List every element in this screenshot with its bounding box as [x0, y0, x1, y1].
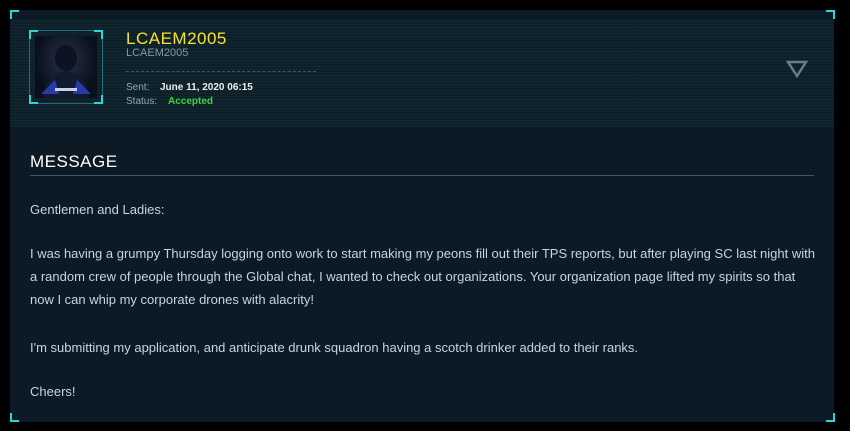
sent-label: Sent:: [126, 82, 150, 93]
expand-toggle-button[interactable]: [785, 59, 809, 79]
status-badge: Accepted: [168, 96, 214, 107]
frame-corner-bottom-right: [826, 413, 835, 422]
message-paragraph: I'm submitting my application, and antic…: [30, 340, 639, 355]
frame-corner-top-right: [826, 10, 835, 19]
message-section-title: MESSAGE: [30, 152, 118, 171]
member-moniker: LCAEM2005: [126, 47, 189, 59]
sent-date: June 11, 2020 06:15: [160, 82, 253, 93]
avatar: [35, 36, 97, 98]
status-label: Status:: [126, 96, 158, 107]
message-paragraph: I was having a grumpy Thursday logging o…: [30, 246, 815, 307]
message-paragraph: Gentlemen and Ladies:: [30, 202, 165, 217]
message-paragraph: Cheers!: [30, 384, 76, 399]
avatar-frame[interactable]: [29, 30, 103, 104]
member-handle[interactable]: LCAEM2005: [126, 29, 227, 49]
frame-corner-bottom-left: [10, 413, 19, 422]
header-divider: [126, 71, 316, 72]
avatar-silhouette-icon: [41, 45, 91, 98]
frame-corner-top-left: [10, 10, 19, 19]
chevron-down-triangle-icon: [785, 60, 809, 79]
section-divider: [30, 175, 814, 176]
